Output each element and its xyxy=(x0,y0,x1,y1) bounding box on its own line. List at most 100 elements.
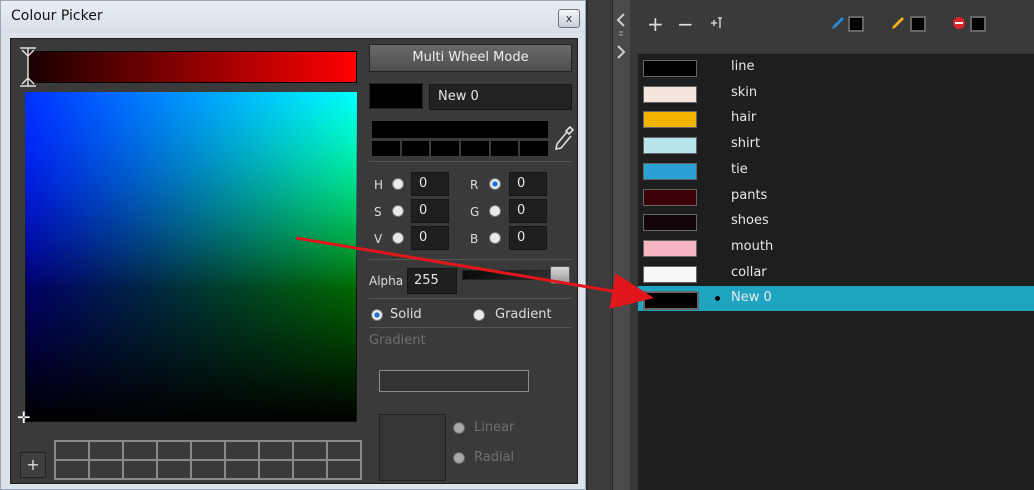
recent-colour[interactable] xyxy=(372,141,400,156)
linear-label: Linear xyxy=(474,420,515,435)
swatch-grid[interactable] xyxy=(54,440,362,480)
title-bar[interactable]: Colour Picker x xyxy=(1,1,585,33)
r-radio[interactable] xyxy=(489,178,501,190)
add-colour-button[interactable]: + xyxy=(647,14,664,34)
divider xyxy=(369,259,572,260)
palette-colour-name: shirt xyxy=(731,136,761,152)
recent-colour[interactable] xyxy=(401,141,430,156)
swatch-slot[interactable] xyxy=(225,441,259,460)
swatch-slot[interactable] xyxy=(259,460,293,479)
crosshair-icon[interactable]: ✛ xyxy=(17,410,33,426)
palette-swatch[interactable] xyxy=(643,239,697,257)
collapse-arrows-icon[interactable] xyxy=(616,12,626,62)
palette-row[interactable]: pants xyxy=(638,184,1034,209)
swatch-slot[interactable] xyxy=(157,460,191,479)
palette-swatch[interactable] xyxy=(643,214,697,232)
swatch-slot[interactable] xyxy=(89,460,123,479)
divider xyxy=(369,327,572,328)
v-field[interactable]: 0 xyxy=(411,226,449,250)
swatch-slot[interactable] xyxy=(225,460,259,479)
palette-swatch[interactable] xyxy=(643,188,697,206)
palette-colour-name: hair xyxy=(731,110,757,126)
close-button[interactable]: x xyxy=(558,9,580,28)
remove-colour-button[interactable]: − xyxy=(677,14,694,34)
palette-row[interactable]: shoes xyxy=(638,209,1034,234)
add-swatch-button[interactable]: + xyxy=(20,452,46,478)
r-label: R xyxy=(470,178,479,192)
multi-wheel-mode-button[interactable]: Multi Wheel Mode xyxy=(369,44,572,72)
panel-gutter xyxy=(588,0,612,490)
colour-name-field[interactable]: New 0 xyxy=(429,84,572,110)
h-field[interactable]: 0 xyxy=(411,172,449,196)
palette-swatch[interactable] xyxy=(643,60,697,77)
palette-row[interactable]: shirt xyxy=(638,132,1034,157)
swatch-slot[interactable] xyxy=(191,441,225,460)
palette-swatch[interactable] xyxy=(643,137,697,155)
recent-colour[interactable] xyxy=(431,141,459,156)
solid-radio[interactable] xyxy=(371,309,383,321)
gradient-radio[interactable] xyxy=(473,309,485,321)
palette-swatch[interactable] xyxy=(643,162,697,180)
alpha-slider[interactable] xyxy=(462,270,562,280)
swatch-slot[interactable] xyxy=(327,441,361,460)
radial-radio[interactable] xyxy=(453,452,465,464)
texture-swatch[interactable] xyxy=(970,16,986,32)
s-field[interactable]: 0 xyxy=(411,199,449,223)
swatch-slot[interactable] xyxy=(89,441,123,460)
palette-row[interactable]: skin xyxy=(638,81,1034,106)
brush-icon[interactable] xyxy=(890,15,906,31)
panel-splitter[interactable] xyxy=(612,0,630,490)
linear-radio[interactable] xyxy=(453,422,465,434)
palette-row[interactable]: New 0 xyxy=(638,286,1034,312)
palette-row[interactable]: tie xyxy=(638,158,1034,183)
gradient-bar[interactable] xyxy=(379,370,529,392)
swatch-slot[interactable] xyxy=(123,460,157,479)
g-radio[interactable] xyxy=(489,205,501,217)
colour-strip[interactable] xyxy=(28,51,357,83)
recent-colour[interactable] xyxy=(490,141,519,156)
alpha-field[interactable]: 255 xyxy=(407,268,457,294)
palette-colour-name: shoes xyxy=(731,213,769,229)
swatch-slot[interactable] xyxy=(327,460,361,479)
strip-cursor-icon[interactable] xyxy=(18,46,38,88)
swatch-slot[interactable] xyxy=(55,441,89,460)
tint-icon[interactable] xyxy=(708,15,724,31)
s-radio[interactable] xyxy=(392,205,404,217)
g-field[interactable]: 0 xyxy=(509,199,547,223)
palette-swatch[interactable] xyxy=(643,111,697,129)
recent-colour[interactable] xyxy=(520,141,548,156)
b-label: B xyxy=(470,232,479,246)
alpha-label: Alpha xyxy=(369,274,404,288)
swatch-slot[interactable] xyxy=(293,460,327,479)
palette-row[interactable]: hair xyxy=(638,106,1034,131)
swatch-slot[interactable] xyxy=(123,441,157,460)
swatch-slot[interactable] xyxy=(293,441,327,460)
palette-row[interactable]: collar xyxy=(638,261,1034,286)
swatch-slot[interactable] xyxy=(157,441,191,460)
s-label: S xyxy=(374,205,382,219)
swatch-slot[interactable] xyxy=(259,441,293,460)
gradient-section-label: Gradient xyxy=(369,333,426,348)
recent-colours[interactable] xyxy=(372,141,548,156)
palette-colour-name: collar xyxy=(731,264,767,280)
fill-colour-swatch[interactable] xyxy=(910,16,926,32)
b-radio[interactable] xyxy=(489,232,501,244)
swatch-slot[interactable] xyxy=(55,460,89,479)
palette-swatch[interactable] xyxy=(643,85,697,103)
line-colour-swatch[interactable] xyxy=(848,16,864,32)
alpha-slider-handle[interactable] xyxy=(550,266,570,284)
b-field[interactable]: 0 xyxy=(509,226,547,250)
palette-row[interactable]: mouth xyxy=(638,235,1034,260)
palette-swatch[interactable] xyxy=(643,265,697,283)
v-radio[interactable] xyxy=(392,232,404,244)
palette-swatch[interactable] xyxy=(643,291,699,311)
pencil-icon[interactable] xyxy=(830,15,846,31)
texture-icon[interactable] xyxy=(951,15,967,31)
h-radio[interactable] xyxy=(392,178,404,190)
palette-colour-name: tie xyxy=(731,161,748,177)
r-field[interactable]: 0 xyxy=(509,172,547,196)
palette-row[interactable]: line xyxy=(638,55,1034,80)
recent-colour[interactable] xyxy=(460,141,489,156)
swatch-slot[interactable] xyxy=(191,460,225,479)
eyedropper-icon[interactable] xyxy=(552,124,576,154)
